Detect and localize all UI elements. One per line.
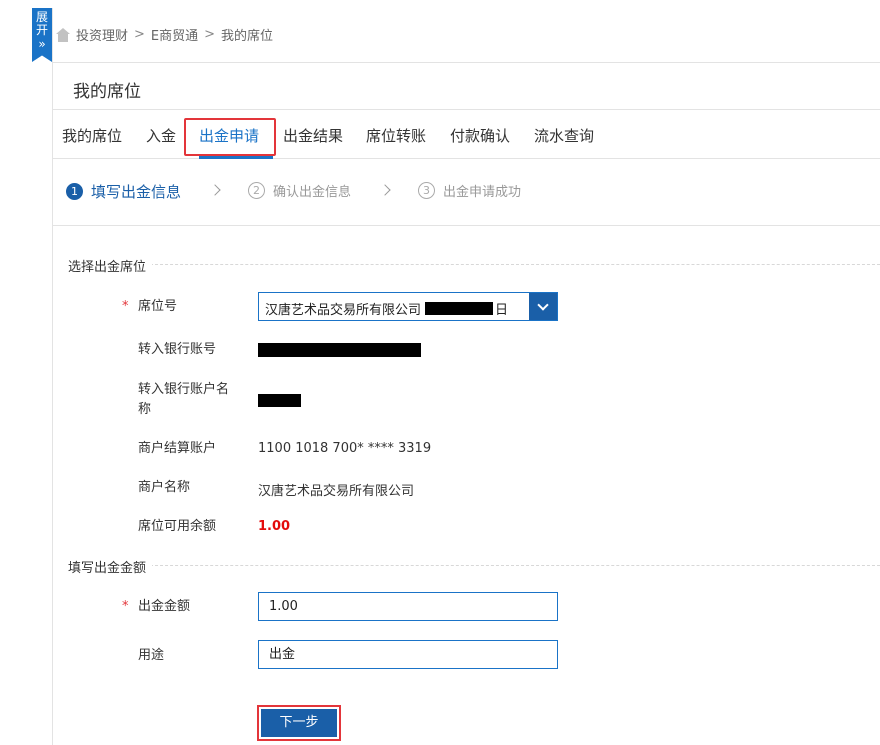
purpose-input[interactable]: 出金 — [258, 640, 558, 669]
step-2-label: 确认出金信息 — [273, 185, 352, 200]
required-mark: * — [122, 299, 129, 314]
tab-withdraw-result[interactable]: 出金结果 — [283, 125, 343, 146]
breadcrumb-item-1[interactable]: 投资理财 — [76, 25, 128, 44]
section-divider — [150, 264, 880, 265]
redacted-block — [425, 302, 494, 315]
chevron-right-icon — [379, 184, 391, 196]
required-mark: * — [122, 599, 129, 614]
breadcrumb-separator: > — [204, 27, 216, 42]
step-3-label: 出金申请成功 — [443, 185, 522, 200]
bank-account-redacted — [258, 343, 421, 357]
settlement-account-value: 1100 1018 700* **** 3319 — [258, 441, 432, 456]
withdraw-amount-label: 出金金额 — [138, 599, 191, 614]
section-legend-seat: 选择出金席位 — [68, 256, 153, 275]
bank-account-name-redacted — [258, 394, 301, 407]
tab-seat-transfer[interactable]: 席位转账 — [366, 125, 426, 146]
chevron-right-icon — [209, 184, 221, 196]
step-2: 2 确认出金信息 — [248, 181, 351, 200]
seat-select-value: 汉唐艺术品交易所有限公司日 — [265, 302, 509, 318]
bank-account-name-label-line2: 称 — [138, 402, 152, 417]
page-title: 我的席位 — [73, 82, 141, 102]
tab-deposit[interactable]: 入金 — [146, 125, 176, 146]
chevron-down-icon[interactable] — [529, 293, 557, 320]
breadcrumb-item-3: 我的席位 — [221, 29, 274, 44]
step-indicator: 1 填写出金信息 2 确认出金信息 3 出金申请成功 — [53, 159, 880, 226]
withdraw-amount-input[interactable]: 1.00 — [258, 592, 558, 621]
breadcrumb-item-2[interactable]: E商贸通 — [151, 25, 198, 44]
seat-select[interactable]: 汉唐艺术品交易所有限公司日 — [258, 292, 558, 321]
section-legend-amount: 填写出金金额 — [68, 557, 153, 576]
settlement-account-label: 商户结算账户 — [138, 441, 217, 456]
tab-bar: 我的席位 入金 出金申请 出金结果 席位转账 付款确认 流水查询 — [53, 110, 880, 159]
tab-withdraw-request[interactable]: 出金申请 — [199, 125, 259, 146]
step-2-number: 2 — [248, 182, 265, 199]
breadcrumb: 投资理财 > E商贸通 > 我的席位 — [56, 25, 273, 44]
double-chevron-right-icon: » — [38, 37, 46, 51]
title-bar: 我的席位 — [53, 62, 880, 110]
tab-flow-query[interactable]: 流水查询 — [534, 125, 594, 146]
expand-sidebar-toggle[interactable]: 展 开 » — [32, 8, 52, 62]
next-step-button[interactable]: 下一步 — [261, 709, 337, 737]
available-balance-label: 席位可用余额 — [138, 519, 217, 534]
purpose-label: 用途 — [138, 648, 165, 663]
step-1: 1 填写出金信息 — [66, 181, 181, 202]
tab-my-seat[interactable]: 我的席位 — [62, 125, 122, 146]
available-balance-value: 1.00 — [258, 519, 291, 534]
bank-account-name-label-line1: 转入银行账户名 — [138, 382, 230, 397]
bank-account-label: 转入银行账号 — [138, 342, 217, 357]
expand-label-2: 开 — [35, 23, 48, 37]
breadcrumb-separator: > — [134, 27, 145, 42]
next-button-highlight: 下一步 — [257, 705, 341, 741]
step-3-number: 3 — [418, 182, 435, 199]
step-3: 3 出金申请成功 — [418, 181, 521, 200]
home-icon[interactable] — [56, 27, 70, 42]
step-1-label: 填写出金信息 — [91, 183, 182, 201]
step-1-number: 1 — [66, 183, 83, 200]
tab-payment-confirm[interactable]: 付款确认 — [450, 125, 510, 146]
bank-account-name-label: 转入银行账户名 称 — [138, 380, 229, 420]
section-divider — [150, 565, 880, 566]
page: 展 开 » 投资理财 > E商贸通 > 我的席位 我的席位 我的席位 入金 出金… — [0, 0, 880, 745]
merchant-name-value: 汉唐艺术品交易所有限公司 — [258, 484, 415, 499]
seat-label: 席位号 — [138, 299, 178, 314]
merchant-name-label: 商户名称 — [138, 480, 191, 495]
